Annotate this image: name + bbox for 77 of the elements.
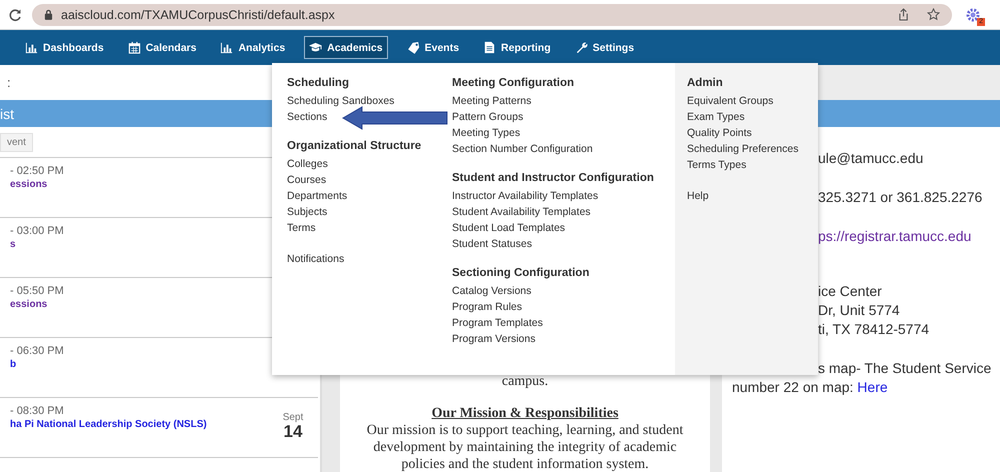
link[interactable]: ps://registrar.tamucc.edu	[818, 227, 972, 246]
text-line: Dr, Unit 5774	[818, 301, 900, 320]
text-line: campus.	[500, 374, 550, 390]
filter-button[interactable]: vent	[0, 132, 33, 152]
menu-item[interactable]: Terms	[287, 220, 316, 236]
menu-item[interactable]: Meeting Patterns	[452, 93, 532, 109]
menu-item[interactable]: Courses	[287, 172, 326, 188]
event-time: - 03:00 PM	[10, 224, 64, 238]
event-time: - 05:50 PM	[10, 284, 64, 298]
menu-item[interactable]: Terms Types	[687, 157, 746, 173]
paragraph: Our mission is to support teaching, learning, and student development by maintaining the integrity of academic policies and the student information system.	[366, 422, 684, 472]
menu-heading: Meeting Configuration	[452, 76, 576, 91]
menu-item[interactable]: Subjects	[287, 204, 328, 220]
lock-icon	[44, 9, 53, 20]
event-title-link[interactable]: b	[10, 358, 16, 372]
menu-item[interactable]: Student Load Templates	[452, 220, 566, 236]
menu-item[interactable]: Instructor Availability Templates	[452, 188, 598, 204]
event-time: - 06:30 PM	[10, 344, 64, 358]
bar-chart-icon	[25, 41, 38, 54]
reload-icon[interactable]	[8, 8, 22, 22]
nav-tab[interactable]: Academics	[304, 36, 388, 59]
menu-item[interactable]: Program Versions	[452, 331, 536, 347]
menu-item[interactable]: Scheduling Preferences	[687, 141, 798, 157]
text-line: number 22 on map:	[732, 379, 854, 395]
event-title-link[interactable]: s	[10, 238, 16, 252]
graduation-cap-icon	[309, 41, 322, 54]
menu-item[interactable]: Notifications	[287, 251, 344, 267]
wrench-icon	[574, 41, 588, 54]
link[interactable]: Here	[857, 379, 888, 395]
menu-item[interactable]: Student Availability Templates	[452, 204, 591, 220]
date-month: Sept	[282, 412, 304, 423]
document-icon	[483, 41, 496, 54]
menu-heading: Scheduling	[287, 76, 350, 91]
nav-tab[interactable]: Dashboards	[20, 36, 109, 59]
text-line: ti, TX 78412-5774	[818, 320, 930, 339]
menu-item[interactable]: Catalog Versions	[452, 283, 532, 299]
menu-item[interactable]: Program Rules	[452, 299, 522, 315]
text-line: s map- The Student Service	[818, 359, 992, 378]
menu-heading: Admin	[687, 76, 724, 91]
text-line: ice Center	[818, 282, 882, 301]
menu-item[interactable]: Equivalent Groups	[687, 93, 774, 109]
toolbar-text: :	[7, 75, 11, 90]
star-icon[interactable]	[927, 8, 940, 21]
event-time: - 08:30 PM	[10, 404, 64, 418]
menu-heading: Student and Instructor Configuration	[452, 171, 655, 186]
nav-tab[interactable]: Calendars	[122, 36, 202, 59]
address-bar[interactable]: aaiscloud.com/TXAMUCorpusChristi/default.aspx	[32, 4, 952, 26]
menu-item[interactable]: Exam Types	[687, 109, 745, 125]
date-day: 14	[268, 423, 318, 441]
menu-item[interactable]: Colleges	[287, 156, 328, 172]
event-title-link[interactable]: ha Pi National Leadership Society (NSLS)	[10, 418, 207, 432]
menu-heading: Organizational Structure	[287, 139, 422, 154]
url-text: aaiscloud.com/TXAMUCorpusChristi/default.aspx	[61, 8, 335, 22]
section-heading: Our Mission & Responsibilities	[432, 405, 618, 422]
text-line: 325.3271 or 361.825.2276	[818, 188, 982, 207]
menu-item[interactable]: Program Templates	[452, 315, 543, 331]
bar-chart-icon	[220, 41, 234, 54]
calendar-icon	[128, 41, 141, 54]
text-line: ule@tamucc.edu	[818, 149, 924, 168]
menu-heading: Sectioning Configuration	[452, 266, 590, 281]
menu-item[interactable]: Help	[687, 188, 709, 204]
event-title-link[interactable]: essions	[10, 298, 48, 312]
tag-icon	[406, 41, 420, 54]
gear-icon	[965, 6, 981, 22]
nav-tab[interactable]: Settings	[570, 36, 640, 59]
nav-tab[interactable]: Events	[402, 36, 464, 59]
nav-tab[interactable]: Analytics	[215, 36, 290, 59]
menu-item[interactable]: Pattern Groups	[452, 109, 524, 125]
event-title-link[interactable]: essions	[10, 178, 48, 192]
event-time: - 02:50 PM	[10, 164, 64, 178]
menu-item[interactable]: Departments	[287, 188, 348, 204]
menu-item[interactable]: Quality Points	[687, 125, 752, 141]
share-icon[interactable]	[898, 8, 909, 21]
menu-item[interactable]: Meeting Types	[452, 125, 520, 141]
nav-tab[interactable]: Reporting	[478, 36, 556, 59]
menu-item[interactable]: Student Statuses	[452, 236, 532, 252]
menu-item[interactable]: Section Number Configuration	[452, 141, 593, 157]
